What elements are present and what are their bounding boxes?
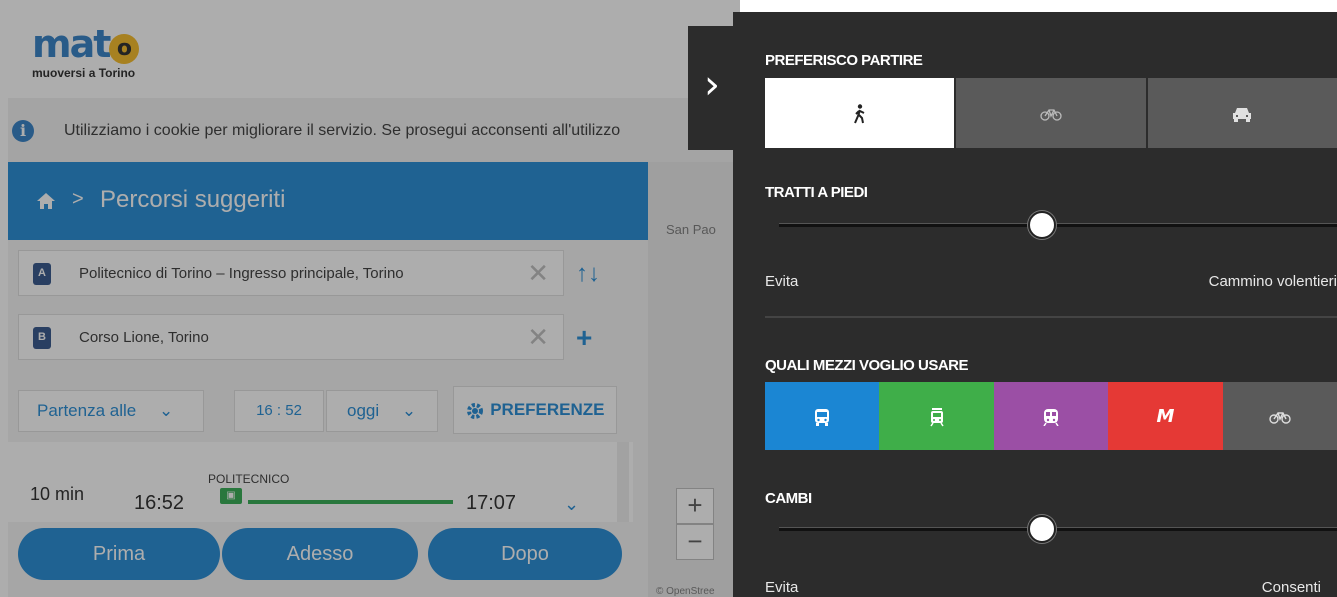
- divider: [765, 316, 1337, 318]
- walking-slider[interactable]: [779, 210, 1337, 240]
- modes-title: QUALI MEZZI VOGLIO USARE: [765, 357, 969, 374]
- tram-icon: [929, 408, 944, 427]
- departure-options: [765, 78, 1337, 148]
- mode-bus[interactable]: [765, 382, 880, 450]
- mode-bike[interactable]: [1222, 382, 1337, 450]
- bike-icon: [1040, 109, 1062, 121]
- walking-title: TRATTI A PIEDI: [765, 184, 868, 201]
- changes-max-label: Consenti: [1261, 579, 1321, 596]
- walk-icon: [853, 104, 865, 124]
- train-icon: [1043, 409, 1059, 427]
- collapse-panel-button[interactable]: ›: [688, 26, 736, 150]
- changes-slider[interactable]: [779, 514, 1337, 544]
- mode-tram[interactable]: [879, 382, 994, 450]
- departure-title: PREFERISCO PARTIRE: [765, 52, 923, 69]
- metro-icon: M: [1156, 406, 1175, 427]
- bike-icon: [1269, 412, 1291, 424]
- walking-slider-handle[interactable]: [1028, 211, 1057, 239]
- modal-overlay[interactable]: [0, 0, 740, 597]
- option-walk[interactable]: [765, 78, 957, 148]
- option-bike[interactable]: [956, 78, 1148, 148]
- preferences-panel: PREFERISCO PARTIRE TRATTI A PIEDI Evita …: [733, 12, 1337, 597]
- changes-min-label: Evita: [765, 579, 799, 596]
- changes-slider-handle[interactable]: [1028, 515, 1057, 543]
- walking-slider-track[interactable]: [779, 223, 1337, 227]
- car-icon: [1233, 108, 1252, 123]
- bus-icon: [815, 409, 830, 427]
- transport-modes: M: [765, 382, 1337, 450]
- option-car[interactable]: [1147, 78, 1337, 148]
- mode-metro[interactable]: M: [1108, 382, 1223, 450]
- walking-max-label: Cammino volentieri: [1208, 273, 1337, 290]
- mode-train[interactable]: [993, 382, 1109, 450]
- walking-min-label: Evita: [765, 273, 799, 290]
- changes-slider-track[interactable]: [779, 527, 1337, 531]
- changes-title: CAMBI: [765, 490, 812, 507]
